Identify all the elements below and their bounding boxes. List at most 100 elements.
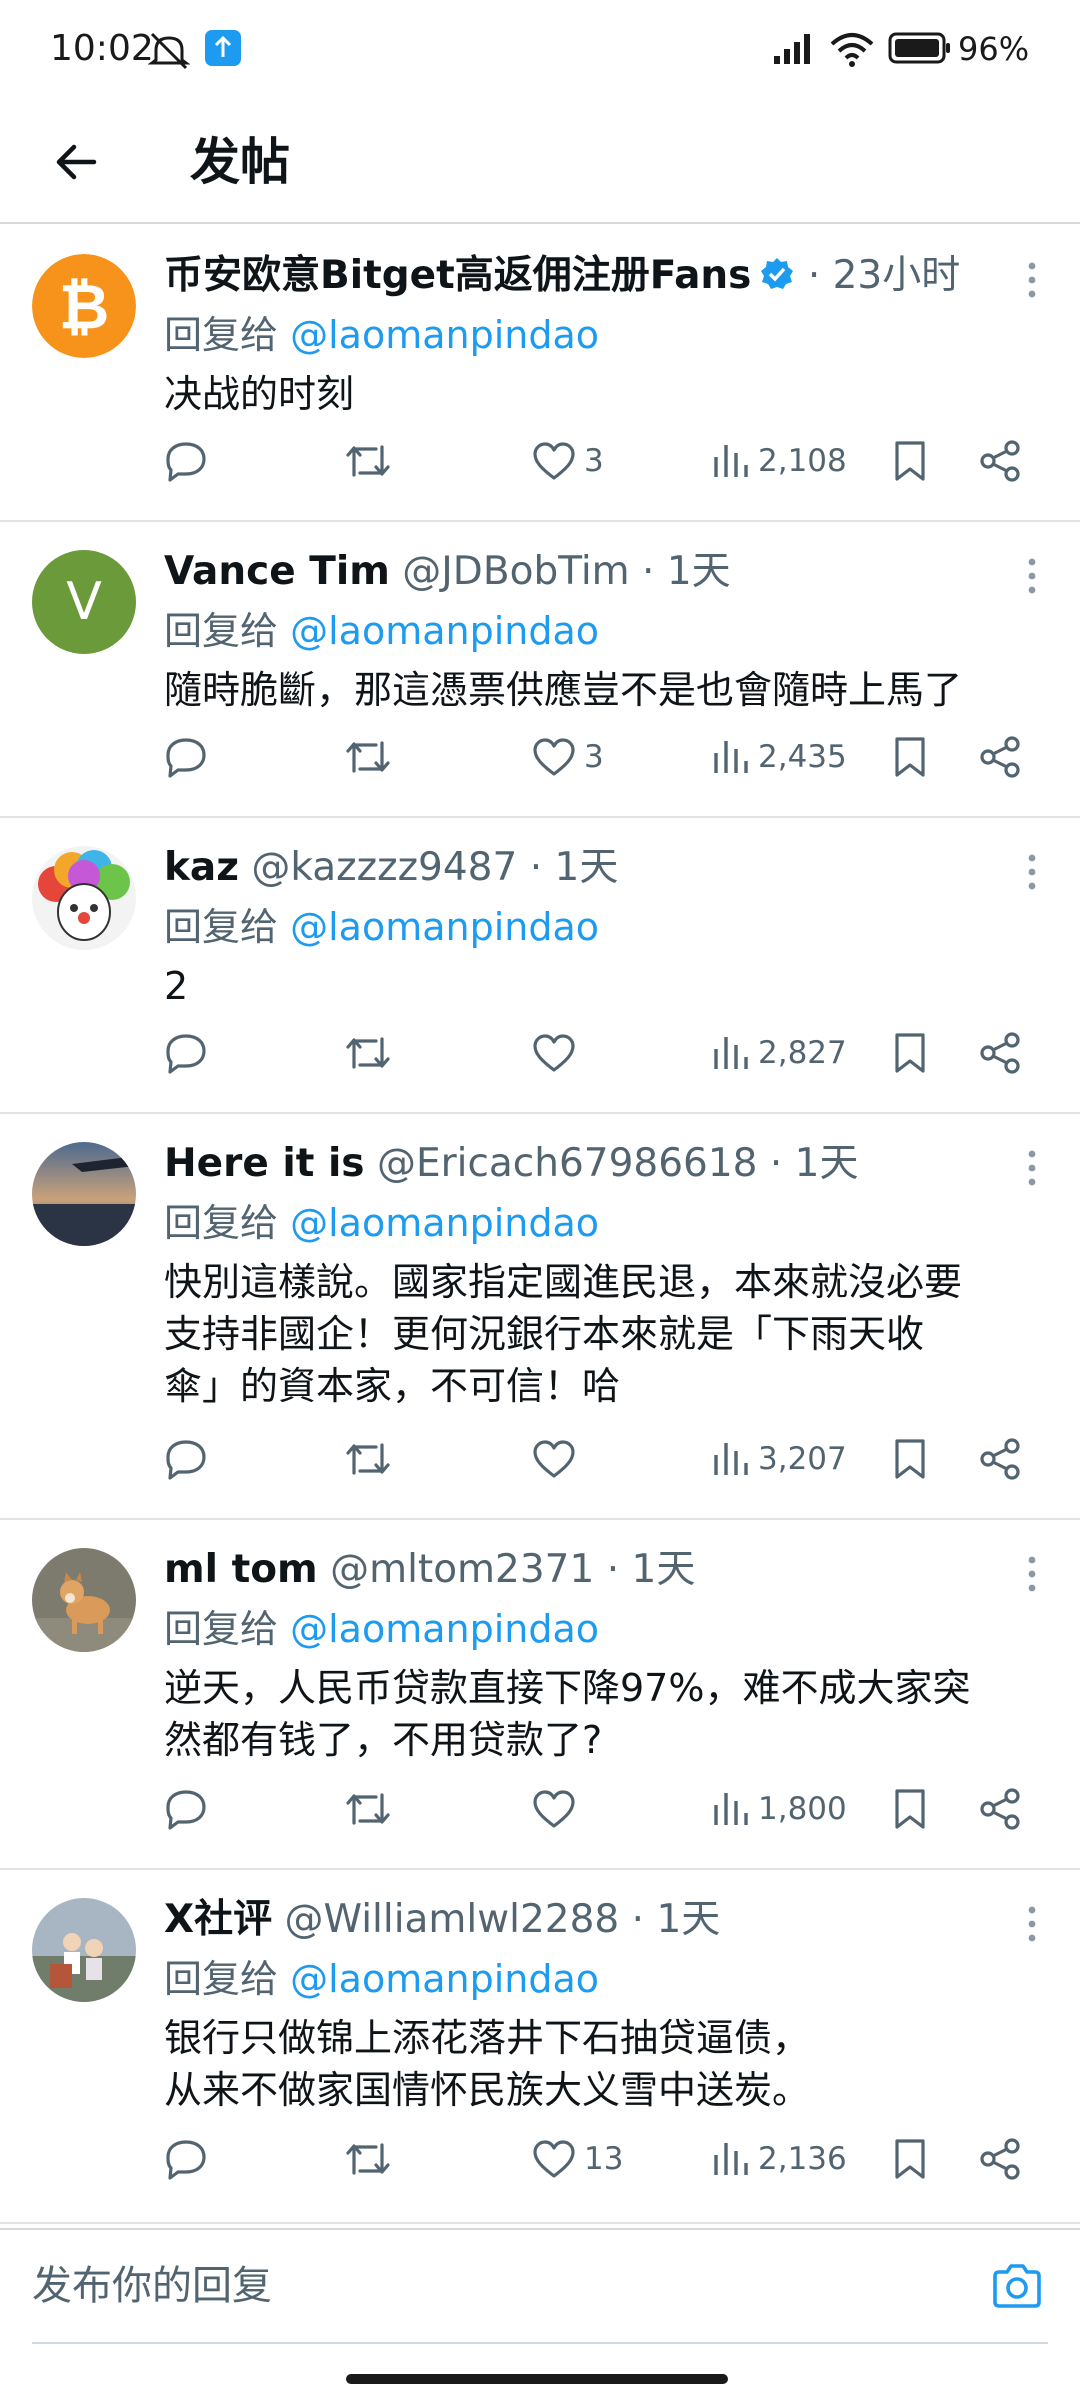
heart-icon	[533, 1790, 575, 1828]
mention-link[interactable]: @laomanpindao	[290, 1201, 599, 1245]
reply-icon	[166, 1034, 206, 1074]
more-button[interactable]	[1004, 844, 1060, 900]
reply-input[interactable]	[32, 2254, 932, 2318]
reply-icon	[166, 1790, 206, 1830]
repost-button[interactable]	[344, 426, 392, 496]
bookmark-button[interactable]	[892, 426, 928, 496]
avatar[interactable]: ₿	[32, 254, 136, 358]
views-icon	[714, 2143, 748, 2175]
username[interactable]: ml tom	[164, 1547, 318, 1592]
bookmark-icon	[895, 737, 925, 777]
avatar[interactable]	[32, 846, 136, 950]
reply-post[interactable]: V Vance Tim @JDBobTim · 1天 回复给 @laomanpi…	[0, 522, 1080, 818]
more-icon	[1028, 1906, 1036, 1942]
bookmark-button[interactable]	[892, 722, 928, 792]
reply-post[interactable]: Here it is @Ericach67986618 · 1天 回复给 @la…	[0, 1114, 1080, 1520]
reply-post[interactable]: ₿ 币安欧意Bitget高返佣注册Fans · 23小时 回复给 @laoman…	[0, 226, 1080, 522]
share-button[interactable]	[978, 1774, 1022, 1844]
post-text: 逆天，人民币贷款直接下降97%，难不成大家突 然都有钱了，不用贷款了?	[164, 1662, 1050, 1766]
more-button[interactable]	[1004, 1140, 1060, 1196]
app-header: 发帖	[0, 100, 1080, 224]
views-button[interactable]: 3,207	[710, 1424, 847, 1494]
views-button[interactable]: 2,108	[710, 426, 847, 496]
sunset-avatar-icon	[32, 1142, 136, 1246]
share-button[interactable]	[978, 1018, 1022, 1088]
reply-prefix: 回复给	[164, 1957, 279, 2001]
share-button[interactable]	[978, 1424, 1022, 1494]
reply-post[interactable]: X社评 @Williamlwl2288 · 1天 回复给 @laomanpind…	[0, 1870, 1080, 2224]
view-count: 3,207	[758, 1441, 847, 1477]
repost-icon	[346, 2143, 390, 2175]
mention-link[interactable]: @laomanpindao	[290, 313, 599, 357]
repost-button[interactable]	[344, 1018, 392, 1088]
camera-button[interactable]	[985, 2254, 1049, 2318]
reply-post[interactable]: kaz @kazzzz9487 · 1天 回复给 @laomanpindao 2…	[0, 818, 1080, 1114]
avatar[interactable]	[32, 1142, 136, 1246]
mention-link[interactable]: @laomanpindao	[290, 1957, 599, 2001]
reply-button[interactable]	[164, 426, 208, 496]
bookmark-button[interactable]	[892, 1018, 928, 1088]
avatar[interactable]	[32, 1898, 136, 2002]
share-button[interactable]	[978, 426, 1022, 496]
like-button[interactable]	[532, 1018, 584, 1088]
back-arrow-icon	[56, 144, 97, 180]
repost-button[interactable]	[344, 2124, 392, 2194]
username[interactable]: kaz	[164, 845, 239, 890]
views-button[interactable]: 1,800	[710, 1774, 847, 1844]
username[interactable]: X社评	[164, 1897, 272, 1942]
post-time: 1天	[656, 1897, 721, 1942]
bookmark-icon	[895, 2139, 925, 2179]
share-button[interactable]	[978, 2124, 1022, 2194]
reply-button[interactable]	[164, 722, 208, 792]
bookmark-icon	[895, 441, 925, 481]
share-icon	[980, 736, 1020, 778]
post-text: 决战的时刻	[164, 372, 355, 416]
like-button[interactable]: 3	[532, 426, 604, 496]
like-count: 13	[584, 2141, 624, 2177]
username[interactable]: Vance Tim	[164, 549, 390, 594]
user-handle[interactable]: @mltom2371	[330, 1547, 594, 1592]
more-button[interactable]	[1004, 252, 1060, 308]
views-icon	[714, 1037, 748, 1069]
views-button[interactable]: 2,435	[710, 722, 847, 792]
like-button[interactable]: 13	[532, 2124, 623, 2194]
reply-button[interactable]	[164, 1774, 208, 1844]
bookmark-button[interactable]	[892, 1424, 928, 1494]
back-button[interactable]	[40, 126, 112, 198]
bookmark-icon	[895, 1033, 925, 1073]
username[interactable]: 币安欧意Bitget高返佣注册Fans	[164, 253, 751, 298]
views-button[interactable]: 2,136	[710, 2124, 847, 2194]
user-handle[interactable]: @Williamlwl2288	[284, 1897, 619, 1942]
like-button[interactable]: 3	[532, 722, 604, 792]
user-handle[interactable]: @Ericach67986618	[377, 1141, 758, 1186]
reply-button[interactable]	[164, 1018, 208, 1088]
avatar[interactable]	[32, 1548, 136, 1652]
mention-link[interactable]: @laomanpindao	[290, 905, 599, 949]
repost-button[interactable]	[344, 1424, 392, 1494]
like-button[interactable]	[532, 1774, 584, 1844]
reply-button[interactable]	[164, 2124, 208, 2194]
bookmark-button[interactable]	[892, 1774, 928, 1844]
avatar[interactable]: V	[32, 550, 136, 654]
username[interactable]: Here it is	[164, 1141, 365, 1186]
share-button[interactable]	[978, 722, 1022, 792]
share-icon	[980, 1438, 1020, 1480]
mention-link[interactable]: @laomanpindao	[290, 609, 599, 653]
post-text-line: 然都有钱了，不用贷款了?	[164, 1718, 603, 1762]
bookmark-button[interactable]	[892, 2124, 928, 2194]
views-button[interactable]: 2,827	[710, 1018, 847, 1088]
user-handle[interactable]: @JDBobTim	[402, 549, 629, 594]
more-icon	[1028, 558, 1036, 594]
repost-button[interactable]	[344, 1774, 392, 1844]
reply-button[interactable]	[164, 1424, 208, 1494]
user-handle[interactable]: @kazzzz9487	[251, 845, 517, 890]
mention-link[interactable]: @laomanpindao	[290, 1607, 599, 1651]
like-button[interactable]	[532, 1424, 584, 1494]
reply-post[interactable]: ml tom @mltom2371 · 1天 回复给 @laomanpindao…	[0, 1520, 1080, 1870]
more-button[interactable]	[1004, 1896, 1060, 1952]
repost-button[interactable]	[344, 722, 392, 792]
more-button[interactable]	[1004, 1546, 1060, 1602]
home-indicator[interactable]	[346, 2374, 728, 2384]
more-button[interactable]	[1004, 548, 1060, 604]
post-text-line: 傘」的資本家，不可信！哈	[164, 1364, 621, 1408]
